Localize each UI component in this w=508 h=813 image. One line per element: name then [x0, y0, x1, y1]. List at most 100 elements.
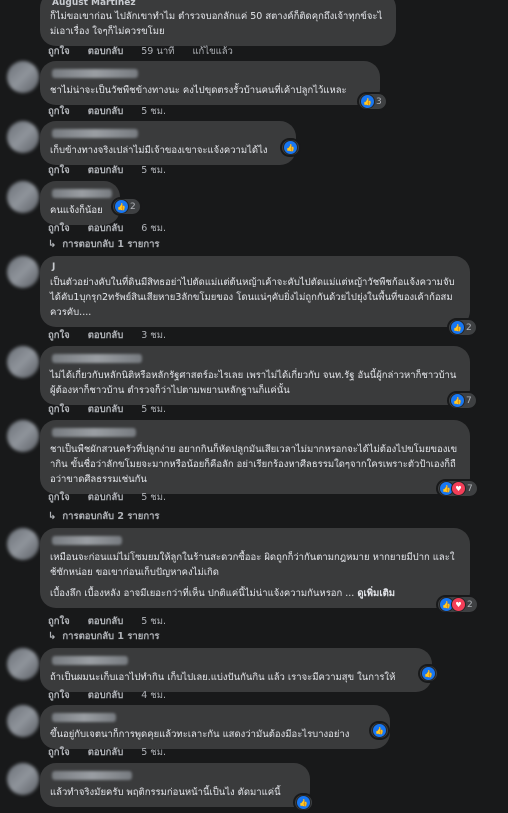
comment-time[interactable]: 5 ชม.: [141, 402, 166, 417]
reaction-count: 2: [467, 599, 473, 610]
reaction-count: 3: [376, 96, 382, 107]
reply-button[interactable]: ตอบกลับ: [88, 328, 124, 343]
see-more-link[interactable]: ดูเพิ่มเติม: [357, 588, 395, 599]
like-reaction-icon: 👍: [360, 94, 375, 109]
like-button[interactable]: ถูกใจ: [48, 490, 70, 505]
like-button[interactable]: ถูกใจ: [48, 614, 70, 629]
view-replies-link[interactable]: ↳ การตอบกลับ 1 รายการ: [48, 237, 160, 252]
commenter-name[interactable]: [52, 354, 142, 363]
comment-time[interactable]: 3 ชม.: [141, 328, 166, 343]
view-replies-link[interactable]: ↳ การตอบกลับ 2 รายการ: [48, 509, 160, 524]
comment-bubble: ไม่ได้เกี่ยวกับหลักนิติหรือหลักรัฐศาสตร์…: [40, 346, 470, 405]
reaction-count: 7: [466, 395, 472, 406]
comment-text-second-paragraph: เบื้องลึก เบื้องหลัง อาจมีเยอะกว่าที่เห็…: [50, 588, 355, 599]
comment-time[interactable]: 59 นาที: [141, 44, 174, 59]
avatar[interactable]: [7, 346, 39, 378]
reaction-count: 2: [466, 322, 472, 333]
avatar[interactable]: [7, 763, 39, 795]
comment-text: ก็ไม่ขอเขาก่อน ไปลักเขาทำไม ตำรวจบอกลักแ…: [50, 11, 383, 37]
like-button[interactable]: ถูกใจ: [48, 44, 70, 59]
commenter-name[interactable]: [52, 536, 122, 545]
reaction-summary[interactable]: 👍 ♥ 2: [438, 597, 477, 612]
commenter-name[interactable]: [52, 428, 136, 437]
reply-button[interactable]: ตอบกลับ: [88, 614, 124, 629]
reply-arrow-icon: ↳: [48, 239, 57, 250]
comment-bubble: ขึ้นอยู่กับเจตนาก็การพูดคุยแล้วทะเลาะกัน…: [40, 705, 390, 749]
reaction-summary[interactable]: 👍 7: [449, 393, 476, 408]
commenter-name[interactable]: August Martinez: [52, 0, 384, 9]
reply-button[interactable]: ตอบกลับ: [88, 688, 124, 703]
comment-time[interactable]: 5 ชม.: [141, 745, 166, 760]
like-reaction-icon: 👍: [450, 393, 465, 408]
comment-actions: ถูกใจ ตอบกลับ 6 ชม.: [48, 221, 166, 236]
comment-text-continued: เบื้องลึก เบื้องหลัง อาจมีเยอะกว่าที่เห็…: [50, 586, 458, 601]
comment-bubble: เก็บข้างทางจริงเปล่าไม่มีเจ้าของเขาจะแจ้…: [40, 121, 296, 165]
like-button[interactable]: ถูกใจ: [48, 328, 70, 343]
reaction-summary[interactable]: 👍 2: [449, 320, 476, 335]
reaction-count: 7: [467, 483, 473, 494]
comment-text: ชาเป็นพืชผักสวนครัวที่ปลูกง่าย อยากกินก็…: [50, 444, 458, 485]
like-button[interactable]: ถูกใจ: [48, 402, 70, 417]
avatar[interactable]: [7, 705, 39, 737]
comment-text: เป็นตัวอย่างคับในที่ดินมีสิทธอย่าไปตัดแม…: [50, 277, 455, 318]
avatar[interactable]: [7, 528, 39, 560]
like-button[interactable]: ถูกใจ: [48, 221, 70, 236]
comment-bubble: ถ้าเป็นผมนะเก็บเอาไปทำกิน เก็บไปเลย.แบ่ง…: [40, 648, 432, 692]
edited-label: แก้ไขแล้ว: [192, 46, 233, 57]
replies-count-label: การตอบกลับ 1 รายการ: [62, 239, 160, 250]
commenter-name[interactable]: [52, 656, 128, 665]
reply-button[interactable]: ตอบกลับ: [88, 163, 124, 178]
like-reaction-icon: 👍: [283, 140, 298, 155]
comment-bubble: คนแจ้งก็น้อย: [40, 181, 120, 225]
comment-text: ถ้าเป็นผมนะเก็บเอาไปทำกิน เก็บไปเลย.แบ่ง…: [50, 672, 396, 683]
comment-time[interactable]: 5 ชม.: [141, 490, 166, 505]
like-reaction-icon: 👍: [372, 723, 387, 738]
reaction-summary[interactable]: 👍: [371, 723, 388, 738]
reaction-summary[interactable]: 👍 ♥ 7: [438, 481, 477, 496]
like-button[interactable]: ถูกใจ: [48, 688, 70, 703]
comment-bubble: August Martinez ก็ไม่ขอเขาก่อน ไปลักเขาท…: [40, 0, 396, 46]
like-reaction-icon: 👍: [296, 795, 311, 810]
avatar[interactable]: [7, 181, 39, 213]
like-reaction-icon: 👍: [421, 666, 436, 681]
avatar[interactable]: [7, 61, 39, 93]
like-button[interactable]: ถูกใจ: [48, 745, 70, 760]
like-button[interactable]: ถูกใจ: [48, 163, 70, 178]
comment-time[interactable]: 4 ชม.: [141, 688, 166, 703]
commenter-name[interactable]: [52, 129, 138, 138]
like-reaction-icon: 👍: [114, 199, 129, 214]
comment-text: ขึ้นอยู่กับเจตนาก็การพูดคุยแล้วทะเลาะกัน…: [50, 729, 350, 740]
reply-button[interactable]: ตอบกลับ: [88, 221, 124, 236]
commenter-name[interactable]: J: [52, 262, 458, 273]
replies-count-label: การตอบกลับ 1 รายการ: [62, 631, 160, 642]
reply-button[interactable]: ตอบกลับ: [88, 490, 124, 505]
avatar[interactable]: [7, 420, 39, 452]
comment-time[interactable]: 5 ชม.: [141, 614, 166, 629]
reply-button[interactable]: ตอบกลับ: [88, 44, 124, 59]
comment-time[interactable]: 6 ชม.: [141, 221, 166, 236]
avatar[interactable]: [7, 256, 39, 288]
avatar[interactable]: [7, 121, 39, 153]
avatar[interactable]: [7, 648, 39, 680]
like-button[interactable]: ถูกใจ: [48, 104, 70, 119]
comment-actions: ถูกใจ ตอบกลับ 5 ชม.: [48, 745, 166, 760]
comment-actions: ถูกใจ ตอบกลับ 59 นาที แก้ไขแล้ว: [48, 44, 233, 59]
reaction-summary[interactable]: 👍: [295, 795, 312, 810]
replies-count-label: การตอบกลับ 2 รายการ: [62, 511, 160, 522]
commenter-name[interactable]: [52, 69, 138, 78]
view-replies-link[interactable]: ↳ การตอบกลับ 1 รายการ: [48, 629, 160, 644]
reply-button[interactable]: ตอบกลับ: [88, 745, 124, 760]
reaction-summary[interactable]: 👍: [282, 140, 299, 155]
comment-actions: ถูกใจ ตอบกลับ 5 ชม.: [48, 163, 166, 178]
reaction-summary[interactable]: 👍 2: [113, 199, 140, 214]
commenter-name[interactable]: [52, 189, 112, 198]
reaction-summary[interactable]: 👍: [420, 666, 437, 681]
comment-time[interactable]: 5 ชม.: [141, 163, 166, 178]
reaction-summary[interactable]: 👍 3: [359, 94, 386, 109]
love-reaction-icon: ♥: [451, 481, 466, 496]
reply-button[interactable]: ตอบกลับ: [88, 402, 124, 417]
commenter-name[interactable]: [52, 713, 116, 722]
commenter-name[interactable]: [52, 771, 132, 780]
comment-time[interactable]: 5 ชม.: [141, 104, 166, 119]
reply-button[interactable]: ตอบกลับ: [88, 104, 124, 119]
